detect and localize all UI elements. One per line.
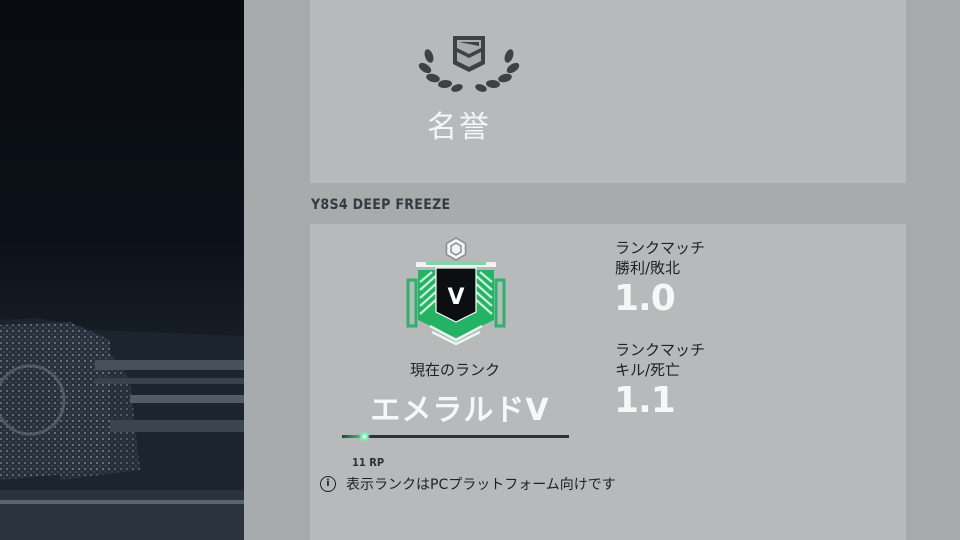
rp-progress-bar — [342, 431, 569, 442]
rank-name: エメラルドV — [370, 393, 550, 428]
stat-win-loss-value: 1.0 — [614, 278, 676, 319]
stat-label-line2: 勝利/敗北 — [615, 259, 681, 277]
rp-value: 11 RP — [352, 456, 385, 469]
stat-kill-death-value: 1.1 — [614, 380, 676, 421]
stat-label-line1: ランクマッチ — [615, 239, 706, 257]
badge-letter: V — [447, 285, 464, 310]
emerald-rank-badge-icon: V — [402, 234, 510, 350]
rp-progress-marker — [358, 431, 370, 442]
stat-label-line2: キル/死亡 — [615, 361, 681, 379]
notice-text: 表示ランクはPCプラットフォーム向けです — [346, 477, 616, 493]
platform-notice: i 表示ランクはPCプラットフォーム向けです — [320, 474, 616, 494]
background-artwork — [0, 0, 244, 540]
current-rank-label: 現在のランク — [409, 361, 500, 379]
info-icon: i — [320, 476, 336, 492]
snowy-machinery-art — [0, 318, 244, 540]
prestige-panel — [310, 0, 906, 183]
prestige-title: 名誉 — [427, 110, 491, 145]
laurel-flag-icon — [415, 34, 523, 100]
stat-win-loss-label: ランクマッチ 勝利/敗北 — [615, 238, 705, 278]
season-label: Y8S4 DEEP FREEZE — [311, 197, 451, 213]
stat-label-line1: ランクマッチ — [615, 341, 706, 359]
stat-kill-death-label: ランクマッチ キル/死亡 — [615, 340, 705, 380]
